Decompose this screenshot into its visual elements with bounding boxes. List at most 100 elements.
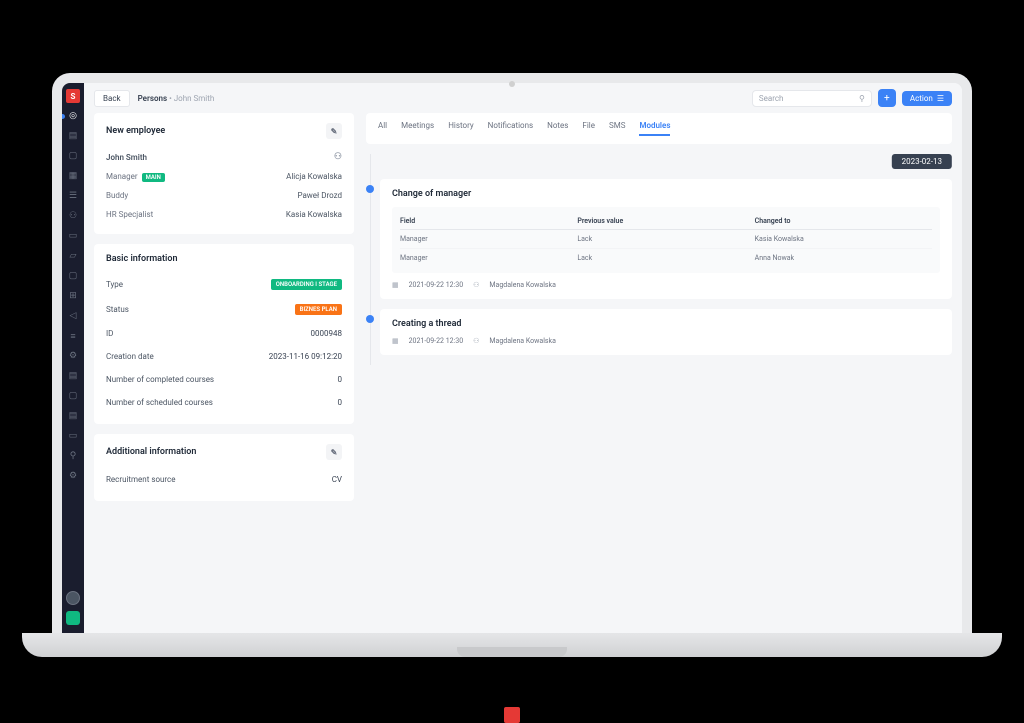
timeline-card: Change of manager Field Previous value C… — [380, 179, 952, 299]
nav-icon-stack[interactable]: ▤ — [66, 369, 80, 383]
id-label: ID — [106, 329, 113, 338]
scheduled-value: 0 — [338, 398, 343, 407]
nav-icon-calendar[interactable]: ▢ — [66, 269, 80, 283]
timeline: 2023-02-13 Change of manager Field Previ… — [366, 154, 952, 365]
status-tag: BIZNES PLAN — [295, 304, 342, 315]
edit-icon[interactable]: ✎ — [326, 444, 342, 460]
calendar-icon: ▦ — [392, 337, 399, 345]
timeline-title: Creating a thread — [392, 319, 940, 329]
topbar: Back Persons • John Smith Search ⚲ + Act… — [84, 83, 962, 113]
td-changed: Kasia Kowalska — [755, 235, 932, 243]
basic-info-title: Basic information — [106, 254, 177, 264]
source-value: CV — [332, 475, 342, 484]
additional-info-title: Additional information — [106, 447, 196, 457]
nav-icon-dashboard[interactable]: ◎ — [66, 109, 80, 123]
completed-value: 0 — [338, 375, 343, 384]
nav-icon-layers[interactable]: ≡ — [66, 329, 80, 343]
meta-date: 2021-09-22 12:30 — [409, 337, 464, 345]
right-column: All Meetings History Notifications Notes… — [366, 113, 952, 623]
employee-card-title: New employee — [106, 126, 165, 136]
tab-history[interactable]: History — [448, 121, 473, 136]
app-logo[interactable]: S — [66, 89, 80, 103]
tab-sms[interactable]: SMS — [609, 121, 625, 136]
tab-file[interactable]: File — [582, 121, 595, 136]
nav-icon-screen[interactable]: ▢ — [66, 149, 80, 163]
nav-icon-people[interactable]: ⚇ — [66, 209, 80, 223]
tab-modules[interactable]: Modules — [639, 121, 670, 136]
nav-sidebar: S ◎ ▤ ▢ ▦ ☰ ⚇ ▭ ▱ ▢ ⊞ ◁ ≡ ⚙ ▤ ▢ ▤ ▭ ⚲ ⚙ — [62, 83, 84, 633]
content-area: New employee ✎ John Smith ⚇ ManagerMAIN … — [84, 113, 962, 633]
role-value: Alicja Kowalska — [286, 172, 342, 181]
menu-icon: ☰ — [937, 94, 944, 103]
timeline-dot — [366, 315, 374, 323]
nav-icon-list[interactable]: ☰ — [66, 189, 80, 203]
edit-icon[interactable]: ✎ — [326, 123, 342, 139]
add-button[interactable]: + — [878, 89, 896, 107]
main-content: Back Persons • John Smith Search ⚲ + Act… — [84, 83, 962, 633]
nav-icon-briefcase[interactable]: ▭ — [66, 229, 80, 243]
tab-notes[interactable]: Notes — [547, 121, 568, 136]
tab-meetings[interactable]: Meetings — [401, 121, 434, 136]
timeline-card: Creating a thread ▦ 2021-09-22 12:30 ⚇ M… — [380, 309, 952, 355]
back-button[interactable]: Back — [94, 90, 130, 107]
tab-all[interactable]: All — [378, 121, 387, 136]
nav-icon-doc[interactable]: ▤ — [66, 409, 80, 423]
search-input[interactable]: Search ⚲ — [752, 90, 872, 107]
calendar-icon: ▦ — [392, 281, 399, 289]
nav-icon-monitor[interactable]: ▢ — [66, 389, 80, 403]
app-screen: S ◎ ▤ ▢ ▦ ☰ ⚇ ▭ ▱ ▢ ⊞ ◁ ≡ ⚙ ▤ ▢ ▤ ▭ ⚲ ⚙ — [62, 83, 962, 633]
date-value: 2023-11-16 09:12:20 — [269, 352, 342, 361]
role-value: Paweł Drozd — [297, 191, 342, 200]
role-value: Kasia Kowalska — [286, 210, 342, 219]
id-value: 0000948 — [311, 329, 342, 338]
breadcrumb: Persons • John Smith — [138, 94, 215, 103]
person-icon: ⚇ — [334, 152, 342, 162]
breadcrumb-sub: John Smith — [174, 94, 215, 103]
additional-info-card: Additional information ✎ Recruitment sou… — [94, 434, 354, 501]
date-label: Creation date — [106, 352, 154, 361]
laptop-notch — [457, 647, 567, 657]
th-field: Field — [400, 217, 577, 225]
user-avatar[interactable] — [66, 591, 80, 605]
nav-icon-wallet[interactable]: ▭ — [66, 429, 80, 443]
nav-icon-building[interactable]: ▦ — [66, 169, 80, 183]
meta-user: Magdalena Kowalska — [489, 281, 555, 289]
role-label: Buddy — [106, 191, 128, 200]
nav-icon-folder[interactable]: ▱ — [66, 249, 80, 263]
role-label: HR Specjalist — [106, 210, 153, 219]
timeline-date: 2023-02-13 — [892, 154, 952, 169]
person-icon: ⚇ — [473, 337, 479, 345]
status-label: Status — [106, 305, 129, 314]
search-placeholder: Search — [759, 94, 784, 103]
nav-icon-search[interactable]: ⚲ — [66, 449, 80, 463]
employee-card: New employee ✎ John Smith ⚇ ManagerMAIN … — [94, 113, 354, 234]
action-button[interactable]: Action ☰ — [902, 91, 952, 106]
tabs: All Meetings History Notifications Notes… — [366, 113, 952, 144]
nav-icon-send[interactable]: ◁ — [66, 309, 80, 323]
meta-date: 2021-09-22 12:30 — [409, 281, 464, 289]
tab-notifications[interactable]: Notifications — [488, 121, 533, 136]
basic-info-card: Basic information Type ONBOARDING I STAG… — [94, 244, 354, 424]
search-icon: ⚲ — [859, 94, 865, 103]
th-changed: Changed to — [755, 217, 932, 225]
td-prev: Lack — [577, 235, 754, 243]
nav-icon-gear[interactable]: ⚙ — [66, 469, 80, 483]
left-column: New employee ✎ John Smith ⚇ ManagerMAIN … — [94, 113, 354, 623]
nav-icon-chart[interactable]: ▤ — [66, 129, 80, 143]
td-prev: Lack — [577, 254, 754, 262]
status-indicator[interactable] — [66, 611, 80, 625]
nav-icon-settings[interactable]: ⚙ — [66, 349, 80, 363]
source-label: Recruitment source — [106, 475, 176, 484]
timeline-title: Change of manager — [392, 189, 940, 199]
camera-dot — [509, 81, 515, 87]
nav-icon-grid[interactable]: ⊞ — [66, 289, 80, 303]
meta-user: Magdalena Kowalska — [489, 337, 555, 345]
employee-name: John Smith — [106, 153, 147, 162]
breadcrumb-main[interactable]: Persons — [138, 94, 168, 103]
th-prev: Previous value — [577, 217, 754, 225]
timeline-item: Change of manager Field Previous value C… — [380, 179, 952, 299]
type-label: Type — [106, 280, 123, 289]
td-field: Manager — [400, 235, 577, 243]
td-changed: Anna Nowak — [755, 254, 932, 262]
timeline-item: Creating a thread ▦ 2021-09-22 12:30 ⚇ M… — [380, 309, 952, 355]
